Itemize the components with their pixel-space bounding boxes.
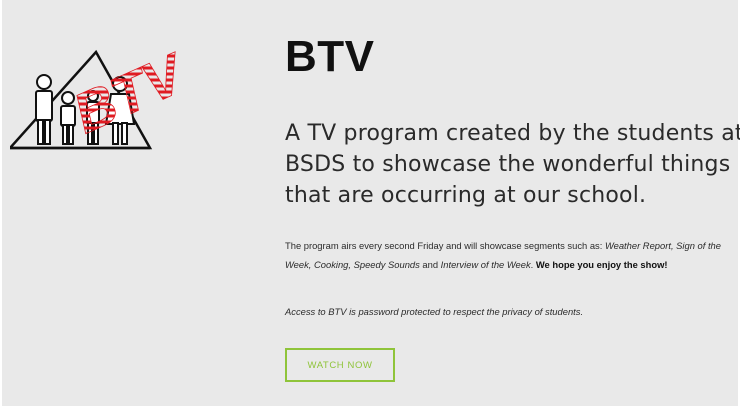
page-title: BTV	[285, 32, 375, 81]
page: BTV BTV A TV program created by the stud…	[0, 0, 740, 410]
description-last-segment: Interview of the Week	[440, 259, 531, 270]
program-description: The program airs every second Friday and…	[285, 236, 740, 274]
logo-text: BTV	[64, 40, 182, 145]
tagline: A TV program created by the students at …	[285, 121, 740, 208]
description-intro: The program airs every second Friday and…	[285, 240, 605, 251]
btv-family-logo-icon: BTV	[7, 30, 197, 154]
privacy-note: Access to BTV is password protected to r…	[285, 306, 584, 317]
description-closing: We hope you enjoy the show!	[535, 259, 668, 270]
watch-now-button[interactable]: watch now	[285, 348, 395, 382]
description-and: and	[419, 259, 441, 270]
